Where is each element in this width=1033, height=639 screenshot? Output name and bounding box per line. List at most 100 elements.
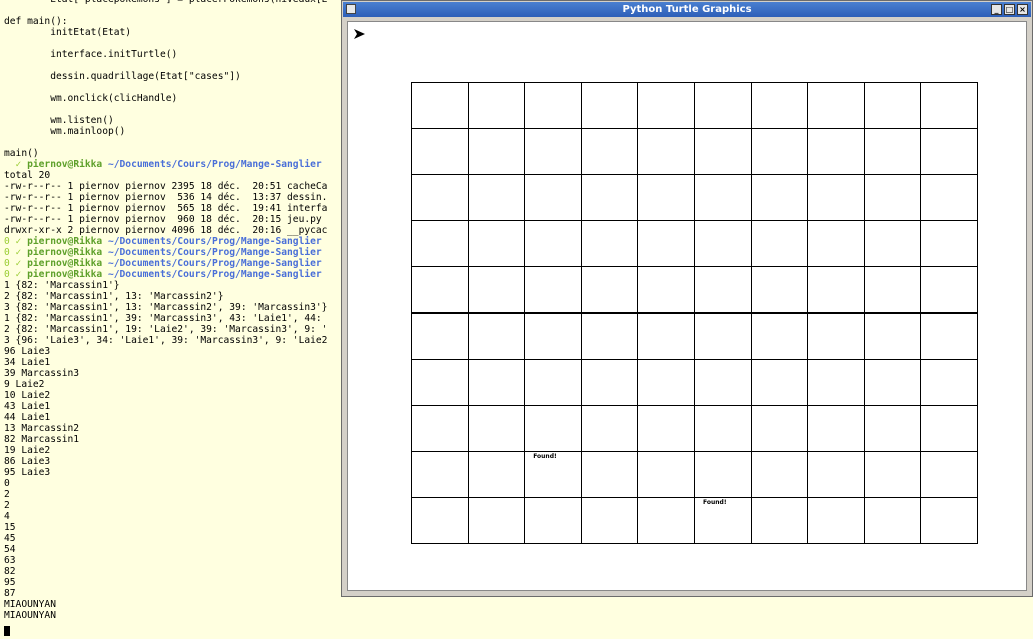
turtle-window[interactable]: Python Turtle Graphics _ □ × Found! Found…	[341, 0, 1033, 597]
grid-cell[interactable]	[524, 82, 582, 130]
grid-cell[interactable]	[637, 220, 695, 268]
grid-cell[interactable]	[920, 358, 978, 406]
grid-cell[interactable]	[467, 312, 526, 360]
grid-cell[interactable]	[637, 82, 695, 130]
window-titlebar[interactable]: Python Turtle Graphics _ □ ×	[343, 2, 1031, 17]
grid-cell[interactable]	[467, 174, 526, 222]
grid-cell[interactable]	[863, 266, 922, 314]
grid-cell[interactable]	[920, 128, 978, 176]
grid-cell[interactable]	[411, 174, 469, 222]
grid-cell[interactable]	[524, 312, 582, 360]
grid-cell[interactable]: Found!	[694, 496, 752, 544]
grid-cell[interactable]	[467, 266, 526, 314]
grid-cell[interactable]	[637, 128, 695, 176]
grid-cell[interactable]	[524, 404, 582, 452]
grid-cell[interactable]	[580, 358, 639, 406]
grid-cell[interactable]	[750, 220, 809, 268]
grid-cell[interactable]	[467, 496, 526, 544]
grid-cell[interactable]	[524, 266, 582, 314]
close-button[interactable]: ×	[1017, 4, 1028, 15]
grid-cell[interactable]	[750, 312, 809, 360]
grid-cell[interactable]	[750, 266, 809, 314]
grid-cell[interactable]	[694, 174, 752, 222]
grid-cell[interactable]	[580, 404, 639, 452]
grid-cell[interactable]	[411, 496, 469, 544]
grid-cell[interactable]	[920, 450, 978, 498]
grid-cell[interactable]	[524, 128, 582, 176]
grid-cell[interactable]	[920, 174, 978, 222]
grid-cell[interactable]	[863, 496, 922, 544]
grid-cell[interactable]	[637, 312, 695, 360]
grid-cell[interactable]	[524, 358, 582, 406]
grid-cell[interactable]	[750, 174, 809, 222]
grid-cell[interactable]	[863, 82, 922, 130]
grid-cell[interactable]	[411, 128, 469, 176]
grid-cell[interactable]	[411, 220, 469, 268]
grid-cell[interactable]	[580, 312, 639, 360]
maximize-button[interactable]: □	[1004, 4, 1015, 15]
grid-cell[interactable]	[807, 404, 865, 452]
grid-cell[interactable]	[524, 220, 582, 268]
grid-cell[interactable]	[694, 450, 752, 498]
grid-cell[interactable]	[807, 220, 865, 268]
grid-cell[interactable]	[750, 82, 809, 130]
grid-cell[interactable]	[411, 312, 469, 360]
grid-cell[interactable]: Found!	[524, 450, 582, 498]
grid-cell[interactable]	[467, 82, 526, 130]
grid-cell[interactable]	[580, 450, 639, 498]
grid-cell[interactable]	[807, 174, 865, 222]
grid-cell[interactable]	[750, 128, 809, 176]
grid-cell[interactable]	[863, 174, 922, 222]
grid-cell[interactable]	[807, 450, 865, 498]
grid-cell[interactable]	[750, 404, 809, 452]
grid-cell[interactable]	[580, 220, 639, 268]
grid-cell[interactable]	[807, 128, 865, 176]
grid-cell[interactable]	[467, 220, 526, 268]
grid-cell[interactable]	[920, 496, 978, 544]
grid-cell[interactable]	[694, 358, 752, 406]
grid-cell[interactable]	[920, 312, 978, 360]
grid-cell[interactable]	[694, 128, 752, 176]
grid-cell[interactable]	[920, 220, 978, 268]
grid-cell[interactable]	[467, 128, 526, 176]
grid-cell[interactable]	[637, 174, 695, 222]
turtle-canvas[interactable]: Found! Found!	[347, 21, 1027, 591]
grid-cell[interactable]	[807, 266, 865, 314]
grid-cell[interactable]	[411, 266, 469, 314]
grid-cell[interactable]	[411, 82, 469, 130]
grid-cell[interactable]	[524, 496, 582, 544]
grid-cell[interactable]	[694, 82, 752, 130]
grid-cell[interactable]	[750, 450, 809, 498]
grid-cell[interactable]	[637, 450, 695, 498]
grid-cell[interactable]	[920, 266, 978, 314]
grid-cell[interactable]	[694, 404, 752, 452]
grid-cell[interactable]	[467, 358, 526, 406]
grid-cell[interactable]	[807, 82, 865, 130]
grid-cell[interactable]	[524, 174, 582, 222]
grid-cell[interactable]	[637, 404, 695, 452]
grid-cell[interactable]	[694, 220, 752, 268]
grid-cell[interactable]	[750, 496, 809, 544]
grid-cell[interactable]	[467, 450, 526, 498]
grid-cell[interactable]	[411, 450, 469, 498]
grid-cell[interactable]	[580, 266, 639, 314]
grid-cell[interactable]	[467, 404, 526, 452]
grid-cell[interactable]	[920, 82, 978, 130]
grid-cell[interactable]	[580, 128, 639, 176]
grid-cell[interactable]	[807, 358, 865, 406]
grid-cell[interactable]	[637, 266, 695, 314]
minimize-button[interactable]: _	[991, 4, 1002, 15]
grid-cell[interactable]	[580, 496, 639, 544]
grid-cell[interactable]	[863, 128, 922, 176]
grid-cell[interactable]	[750, 358, 809, 406]
grid-cell[interactable]	[863, 404, 922, 452]
grid-cell[interactable]	[637, 358, 695, 406]
grid-cell[interactable]	[807, 496, 865, 544]
grid-cell[interactable]	[580, 174, 639, 222]
grid-cell[interactable]	[411, 404, 469, 452]
grid-cell[interactable]	[863, 312, 922, 360]
grid-cell[interactable]	[637, 496, 695, 544]
grid-cell[interactable]	[694, 312, 752, 360]
grid-cell[interactable]	[920, 404, 978, 452]
grid-cell[interactable]	[863, 220, 922, 268]
